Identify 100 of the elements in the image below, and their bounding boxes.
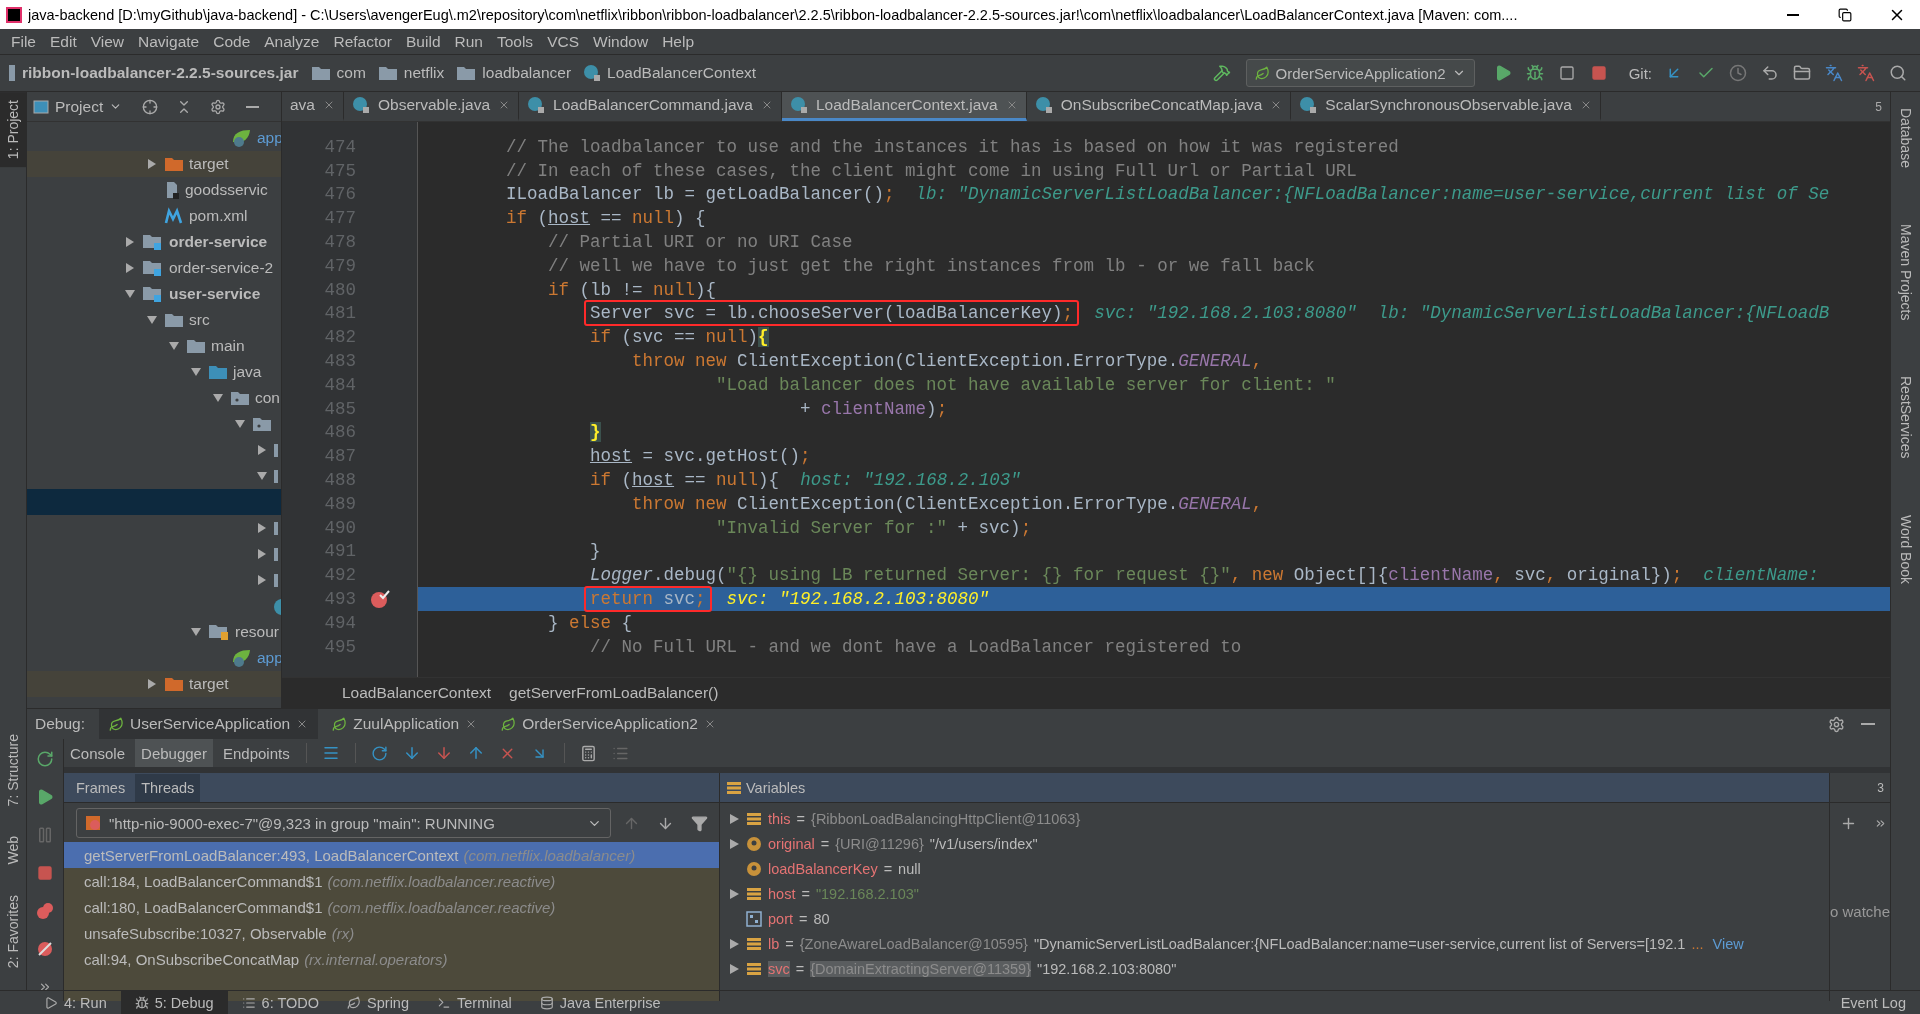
debug-view-tab[interactable]: Debugger (135, 739, 213, 767)
pane-tab[interactable]: Threads (135, 773, 201, 802)
menu-item[interactable]: Window (586, 32, 656, 51)
tree-arrow-icon[interactable] (256, 444, 268, 456)
stack-frame[interactable]: unsafeSubscribe:10327, Observable (rx) (64, 920, 719, 946)
editor-tab[interactable]: ScalarSynchronousObservable.java (1291, 92, 1601, 121)
tree-item-label[interactable]: target (189, 155, 229, 173)
menu-item[interactable]: Edit (43, 32, 84, 51)
variable-name[interactable]: loadBalancerKey (768, 860, 878, 877)
menu-item[interactable]: Code (206, 32, 258, 51)
editor-tab[interactable]: Observable.java (344, 92, 519, 121)
expand-arrow-icon[interactable] (728, 812, 740, 825)
stack-frame[interactable]: call:94, OnSubscribeConcatMap (rx.internal.operators) (64, 946, 719, 972)
menu-item[interactable]: Navigate (131, 32, 207, 51)
expand-arrow-icon[interactable] (728, 962, 740, 975)
tree-arrow-icon[interactable] (256, 548, 268, 560)
tree-arrow-icon[interactable] (146, 678, 158, 690)
tool-window-button[interactable]: Word Book (1892, 506, 1919, 592)
tool-window-tab[interactable]: Java Enterprise (525, 991, 675, 1014)
variable-name[interactable]: port (768, 910, 793, 927)
nav-crumb[interactable]: com (334, 64, 374, 82)
run-config-dropdown[interactable]: OrderServiceApplication2 (1245, 59, 1475, 87)
nav-crumb[interactable]: LoadBalancerContext (605, 64, 765, 82)
tool-window-tab[interactable]: 4: Run (30, 991, 121, 1014)
tree-arrow-icon[interactable] (190, 626, 202, 638)
tool-window-button[interactable]: 1: Project (0, 92, 26, 168)
tree-arrow-icon[interactable] (256, 574, 268, 586)
nav-crumb[interactable]: netflix (401, 64, 453, 82)
expand-arrow-icon[interactable] (728, 837, 740, 850)
tool-window-tab[interactable]: 5: Debug (120, 991, 228, 1014)
tree-arrow-icon[interactable] (124, 236, 136, 248)
stack-frame[interactable]: call:184, LoadBalancerCommand$1 (com.netflix.loadbalancer.reactive) (64, 868, 719, 894)
tree-arrow-icon[interactable] (212, 392, 224, 404)
editor-tab[interactable]: LoadBalancerCommand.java (519, 92, 782, 121)
nav-crumb[interactable]: loadbalancer (480, 64, 580, 82)
tool-window-button[interactable]: Database (1892, 100, 1919, 176)
tree-item-label[interactable]: order-service (169, 233, 268, 251)
tool-window-button[interactable]: Maven Projects (1892, 215, 1919, 329)
stack-frame[interactable]: call:180, LoadBalancerCommand$1 (com.netflix.loadbalancer.reactive) (64, 894, 719, 920)
menu-item[interactable]: Build (399, 32, 448, 51)
tool-window-tab[interactable]: Spring (333, 991, 423, 1014)
tool-window-tab[interactable]: Terminal (423, 991, 526, 1014)
variable-name[interactable]: lb (768, 935, 780, 952)
tree-arrow-icon[interactable] (168, 340, 180, 352)
debug-session-tab[interactable]: OrderServiceApplication2 (491, 709, 726, 739)
tree-arrow-icon[interactable] (190, 366, 202, 378)
tree-arrow-icon[interactable] (124, 262, 136, 274)
editor-tab[interactable]: OnSubscribeConcatMap.java (1026, 92, 1292, 121)
menu-item[interactable]: Refactor (326, 32, 400, 51)
tree-item-label[interactable]: order-service-2 (169, 259, 274, 277)
tool-window-button[interactable]: 2: Favorites (0, 886, 26, 976)
view-link[interactable]: View (1712, 935, 1744, 952)
tree-item-label[interactable]: user-service (169, 285, 261, 303)
debug-view-tab[interactable]: Console (64, 739, 132, 767)
highlighted-tree-row[interactable]: target (27, 151, 281, 177)
tree-arrow-icon[interactable] (146, 314, 158, 326)
thread-dropdown[interactable]: "http-nio-9000-exec-7"@9,323 in group "main": RUNNING (76, 808, 611, 838)
tool-window-button[interactable]: 7: Structure (0, 725, 26, 815)
editor-tab[interactable]: ava (282, 92, 344, 121)
debug-session-tab[interactable]: UserServiceApplication (99, 709, 319, 739)
menu-item[interactable]: Help (655, 32, 702, 51)
menu-item[interactable]: Run (447, 32, 490, 51)
tree-arrow-icon[interactable] (124, 288, 136, 300)
menu-item[interactable]: View (83, 32, 132, 51)
tree-item-label[interactable]: target (189, 675, 229, 693)
tree-item-label[interactable]: goodsservic (185, 181, 268, 199)
pane-tab[interactable]: Frames (70, 773, 132, 802)
editor-tab[interactable]: LoadBalancerContext.java (781, 92, 1027, 121)
tab-list-button[interactable]: 5 (1875, 99, 1890, 114)
tool-window-button[interactable]: Web (0, 828, 26, 873)
tool-window-tab[interactable]: 6: TODO (227, 991, 334, 1014)
variable-name[interactable]: this (768, 810, 791, 827)
tree-item-label[interactable]: pom.xml (189, 207, 248, 225)
tool-window-button[interactable]: RestServices (1892, 368, 1919, 467)
tree-arrow-icon[interactable] (234, 418, 246, 430)
debug-session-tab[interactable]: ZuulApplication (322, 709, 488, 739)
expand-arrow-icon[interactable] (728, 937, 740, 950)
menu-item[interactable]: VCS (540, 32, 586, 51)
breadcrumb-item[interactable]: LoadBalancerContext (342, 684, 492, 702)
breadcrumb-item[interactable]: getServerFromLoadBalancer() (509, 684, 719, 702)
tree-item-label[interactable]: src (189, 311, 210, 329)
menu-item[interactable]: File (4, 32, 43, 51)
menu-item[interactable]: Analyze (257, 32, 327, 51)
variable-name[interactable]: host (768, 885, 796, 902)
menu-item[interactable]: Tools (489, 32, 541, 51)
project-view-dropdown[interactable]: Project (33, 97, 131, 116)
tree-arrow-icon[interactable] (146, 158, 158, 170)
tree-item-label[interactable]: main (211, 337, 245, 355)
event-log-button[interactable]: Event Log (1826, 991, 1920, 1014)
nav-crumb[interactable]: ribbon-loadbalancer-2.2.5-sources.jar (20, 64, 307, 82)
expand-arrow-icon[interactable] (728, 887, 740, 900)
tree-item-label[interactable]: java (233, 363, 262, 381)
highlighted-tree-row[interactable]: target (27, 671, 281, 697)
debug-view-tab[interactable]: Endpoints (216, 739, 296, 767)
variable-name[interactable]: original (768, 835, 815, 852)
tree-item-label[interactable]: con (255, 389, 280, 407)
tree-arrow-icon[interactable] (256, 522, 268, 534)
breakpoint-icon[interactable] (370, 589, 390, 610)
tree-arrow-icon[interactable] (256, 470, 268, 482)
tree-item-label[interactable]: resour (235, 623, 279, 641)
